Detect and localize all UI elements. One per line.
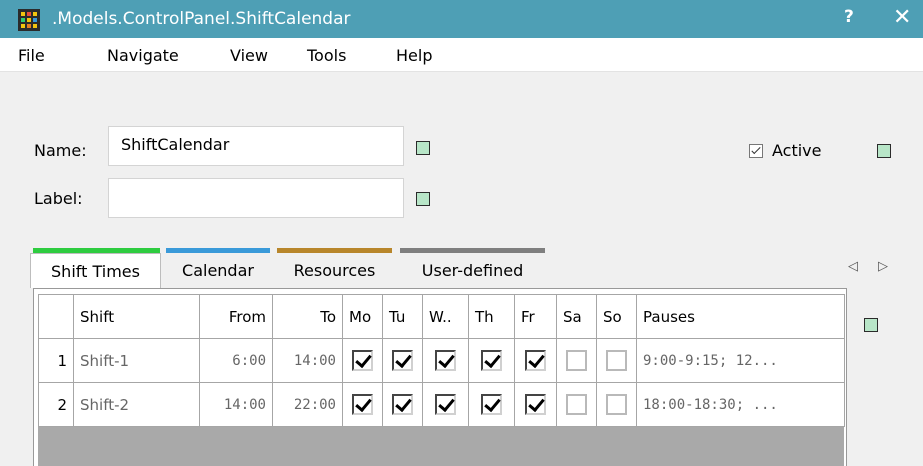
day-checkbox-we[interactable] xyxy=(435,350,456,371)
menu-help[interactable]: Help xyxy=(396,46,432,65)
day-checkbox-th[interactable] xyxy=(481,394,502,415)
name-indicator xyxy=(416,141,430,155)
row-index: 1 xyxy=(38,338,74,383)
day-checkbox-tu[interactable] xyxy=(392,394,413,415)
title-bar: .Models.ControlPanel.ShiftCalendar ? ✕ xyxy=(0,0,923,38)
label-field[interactable] xyxy=(108,178,404,218)
menu-tools[interactable]: Tools xyxy=(307,46,346,65)
day-checkbox-tu[interactable] xyxy=(392,350,413,371)
day-checkbox-so[interactable] xyxy=(606,350,627,371)
day-checkbox-so[interactable] xyxy=(606,394,627,415)
column-header-we[interactable]: W.. xyxy=(422,294,469,339)
from-cell[interactable]: 14:00 xyxy=(199,382,273,427)
pauses-cell[interactable]: 9:00-9:15; 12... xyxy=(636,338,845,383)
active-checkbox[interactable] xyxy=(749,144,763,158)
table-header-row: Shift From To Mo Tu W.. Th Fr Sa So Paus… xyxy=(38,294,845,339)
active-indicator xyxy=(877,144,891,158)
table-row[interactable]: 1 Shift-1 6:00 14:00 9:00-9:15; 12... xyxy=(38,338,845,383)
menu-navigate[interactable]: Navigate xyxy=(107,46,179,65)
tab-user-defined[interactable]: User-defined xyxy=(400,253,545,288)
tab-scroll-left-icon[interactable]: ◁ xyxy=(848,259,858,274)
name-field[interactable]: ShiftCalendar xyxy=(108,126,404,166)
tab-resources[interactable]: Resources xyxy=(277,253,392,288)
column-header-mo[interactable]: Mo xyxy=(342,294,383,339)
from-cell[interactable]: 6:00 xyxy=(199,338,273,383)
day-checkbox-fr[interactable] xyxy=(525,350,546,371)
table-row[interactable]: 2 Shift-2 14:00 22:00 18:00-18:30; ... xyxy=(38,382,845,427)
label-indicator xyxy=(416,192,430,206)
day-checkbox-sa[interactable] xyxy=(566,350,587,371)
tab-calendar[interactable]: Calendar xyxy=(166,253,270,288)
row-index: 2 xyxy=(38,382,74,427)
day-checkbox-mo[interactable] xyxy=(352,350,373,371)
day-checkbox-fr[interactable] xyxy=(525,394,546,415)
column-header-shift[interactable]: Shift xyxy=(73,294,200,339)
day-checkbox-we[interactable] xyxy=(435,394,456,415)
help-button[interactable]: ? xyxy=(844,7,854,27)
shift-table: Shift From To Mo Tu W.. Th Fr Sa So Paus… xyxy=(38,294,845,427)
app-icon xyxy=(18,9,40,31)
grid-indicator xyxy=(864,318,878,332)
shift-cell[interactable]: Shift-2 xyxy=(73,382,200,427)
name-label: Name: xyxy=(34,141,87,160)
column-header-so[interactable]: So xyxy=(596,294,637,339)
to-cell[interactable]: 14:00 xyxy=(272,338,343,383)
tab-strip: Shift Times Calendar Resources User-defi… xyxy=(30,248,550,288)
menu-bar: File Navigate View Tools Help xyxy=(0,38,923,72)
column-header-from[interactable]: From xyxy=(199,294,273,339)
label-label: Label: xyxy=(34,189,83,208)
shift-cell[interactable]: Shift-1 xyxy=(73,338,200,383)
close-button[interactable]: ✕ xyxy=(893,5,911,30)
column-header-pauses[interactable]: Pauses xyxy=(636,294,845,339)
to-cell[interactable]: 22:00 xyxy=(272,382,343,427)
row-index-header xyxy=(38,294,74,339)
column-header-tu[interactable]: Tu xyxy=(382,294,423,339)
tab-scroll-right-icon[interactable]: ▷ xyxy=(878,259,888,274)
active-label: Active xyxy=(772,141,822,160)
pauses-cell[interactable]: 18:00-18:30; ... xyxy=(636,382,845,427)
window-title: .Models.ControlPanel.ShiftCalendar xyxy=(52,9,351,29)
tab-shift-times[interactable]: Shift Times xyxy=(30,253,161,288)
menu-file[interactable]: File xyxy=(18,46,45,65)
column-header-sa[interactable]: Sa xyxy=(556,294,597,339)
day-checkbox-th[interactable] xyxy=(481,350,502,371)
column-header-th[interactable]: Th xyxy=(468,294,515,339)
day-checkbox-mo[interactable] xyxy=(352,394,373,415)
day-checkbox-sa[interactable] xyxy=(566,394,587,415)
column-header-to[interactable]: To xyxy=(272,294,343,339)
shift-grid: Shift From To Mo Tu W.. Th Fr Sa So Paus… xyxy=(38,294,845,466)
column-header-fr[interactable]: Fr xyxy=(514,294,557,339)
menu-view[interactable]: View xyxy=(230,46,268,65)
